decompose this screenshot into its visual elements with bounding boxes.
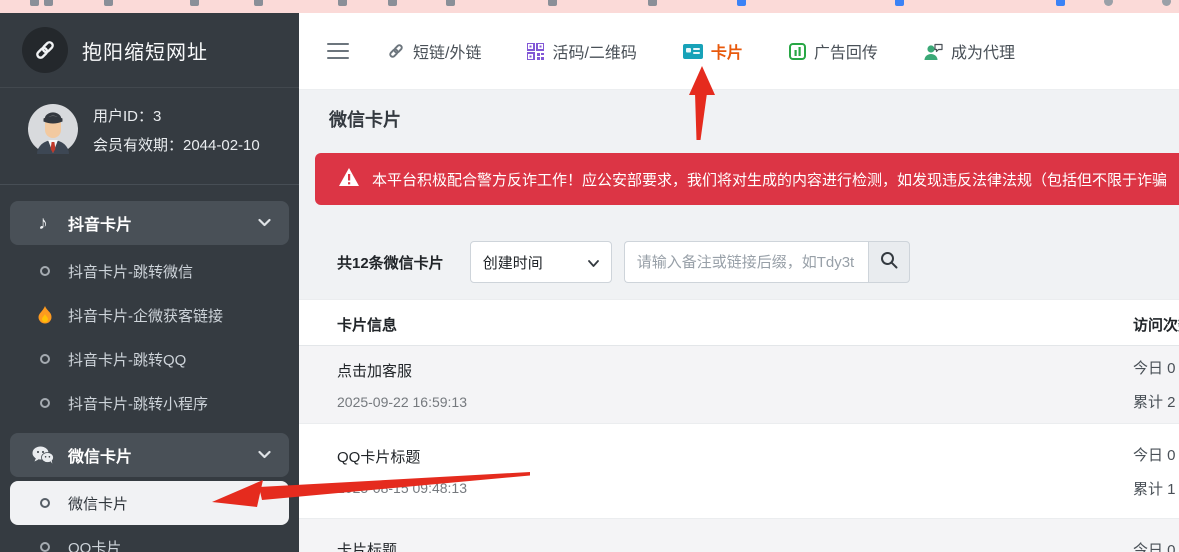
favicon-icon[interactable] <box>446 0 455 6</box>
nav-item-ad-report[interactable]: 广告回传 <box>789 39 878 63</box>
circle-bullet-icon <box>36 266 54 276</box>
card-created-date: 2025-08-15 09:48:13 <box>337 480 1179 496</box>
sidebar-item-douyin-wechat[interactable]: 抖音卡片-跳转微信 <box>10 249 289 293</box>
visits-today: 今日 0 <box>1133 539 1176 552</box>
fire-icon <box>36 306 54 324</box>
table-row[interactable]: 点击加客服 2025-09-22 16:59:13 今日 0 累计 2 <box>299 346 1179 424</box>
user-id: 用户ID：3 <box>93 102 260 131</box>
favicon-icon[interactable] <box>1104 0 1113 6</box>
card-title: 点击加客服 <box>337 360 1179 381</box>
main-area: 短链/外链 活码/二维码 <box>299 13 1179 552</box>
favicon-icon[interactable] <box>388 0 397 6</box>
membership-expiry: 会员有效期：2044-02-10 <box>93 131 260 160</box>
page-title: 微信卡片 <box>329 106 401 132</box>
wechat-icon <box>32 446 54 464</box>
favicon-icon[interactable] <box>104 0 113 6</box>
ad-report-icon <box>789 43 806 60</box>
card-created-date: 2025-09-22 16:59:13 <box>337 394 1179 410</box>
favicon-icon[interactable] <box>1056 0 1065 6</box>
favicon-icon[interactable] <box>254 0 263 6</box>
visits-total: 累计 1 <box>1133 478 1176 499</box>
favicon-icon[interactable] <box>895 0 904 6</box>
avatar <box>28 104 78 159</box>
favicon-icon[interactable] <box>338 0 347 6</box>
card-icon <box>683 44 703 59</box>
sidebar-item-douyin-miniapp[interactable]: 抖音卡片-跳转小程序 <box>10 381 289 425</box>
sidebar-item-douyin-qq[interactable]: 抖音卡片-跳转QQ <box>10 337 289 381</box>
card-table: 卡片信息 访问次数 点击加客服 2025-09-22 16:59:13 今日 0… <box>299 299 1179 552</box>
sidebar-item-wechat-card[interactable]: 微信卡片 <box>10 481 289 525</box>
card-title: 卡片标题 <box>337 539 1179 552</box>
banner-text: 本平台积极配合警方反诈工作！应公安部要求，我们将对生成的内容进行检测，如发现违反… <box>372 169 1167 190</box>
favicon-icon[interactable] <box>30 0 39 6</box>
warning-triangle-icon <box>339 168 359 190</box>
sidebar-group-douyin-card[interactable]: ♪ 抖音卡片 <box>10 201 289 245</box>
chevron-down-icon <box>258 214 271 232</box>
table-row[interactable]: QQ卡片标题 2025-08-15 09:48:13 今日 0 累计 1 <box>299 424 1179 519</box>
circle-bullet-icon <box>36 398 54 408</box>
brand-title: 抱阳缩短网址 <box>82 36 208 65</box>
sidebar-group-wechat-card[interactable]: 微信卡片 <box>10 433 289 477</box>
column-header-card-info: 卡片信息 <box>337 314 397 335</box>
hamburger-menu-icon[interactable] <box>327 38 349 64</box>
favicon-icon[interactable] <box>548 0 557 6</box>
circle-bullet-icon <box>36 542 54 552</box>
table-header: 卡片信息 访问次数 <box>299 299 1179 346</box>
favicon-icon[interactable] <box>1162 0 1171 6</box>
top-navigation: 短链/外链 活码/二维码 <box>299 13 1179 90</box>
qrcode-icon <box>527 43 544 60</box>
user-panel: 用户ID：3 会员有效期：2044-02-10 <box>0 88 299 170</box>
anti-fraud-warning-banner: 本平台积极配合警方反诈工作！应公安部要求，我们将对生成的内容进行检测，如发现违反… <box>315 153 1179 205</box>
content-area: 微信卡片 本平台积极配合警方反诈工作！应公安部要求，我们将对生成的内容进行检测，… <box>299 90 1179 552</box>
chevron-down-icon <box>258 446 271 464</box>
visits-today: 今日 0 <box>1133 357 1176 378</box>
search-button[interactable] <box>868 241 910 283</box>
sidebar-menu: ♪ 抖音卡片 抖音卡片-跳转微信 抖音卡片-企微获客链接 抖音卡片-跳转QQ <box>0 185 299 552</box>
douyin-note-icon: ♪ <box>32 214 54 233</box>
favicon-icon[interactable] <box>648 0 657 6</box>
visit-stats: 今日 0 累计 2 <box>1133 346 1176 423</box>
chain-link-logo-icon <box>22 27 68 73</box>
brand: 抱阳缩短网址 <box>0 13 299 88</box>
nav-item-short-links[interactable]: 短链/外链 <box>387 39 481 63</box>
sort-select[interactable]: 创建时间 <box>470 241 612 283</box>
link-icon <box>387 42 405 60</box>
circle-bullet-icon <box>36 354 54 364</box>
circle-bullet-icon <box>36 498 54 508</box>
agent-person-icon <box>924 43 943 60</box>
visit-stats: 今日 0 <box>1133 519 1176 552</box>
favicon-icon[interactable] <box>190 0 199 6</box>
table-row[interactable]: 卡片标题 今日 0 <box>299 519 1179 552</box>
sidebar-item-douyin-qiwei[interactable]: 抖音卡片-企微获客链接 <box>10 293 289 337</box>
filter-row: 共12条微信卡片 创建时间 <box>299 240 1179 284</box>
sidebar-item-qq-card[interactable]: QQ卡片 <box>10 525 289 552</box>
favicon-icon[interactable] <box>44 0 53 6</box>
nav-item-become-agent[interactable]: 成为代理 <box>924 39 1015 63</box>
visit-stats: 今日 0 累计 1 <box>1133 424 1176 518</box>
search-icon <box>880 251 898 274</box>
visits-total: 累计 2 <box>1133 391 1176 412</box>
chevron-down-icon <box>588 254 599 271</box>
favicon-icon[interactable] <box>737 0 746 6</box>
record-count: 共12条微信卡片 <box>337 252 444 273</box>
nav-item-live-qrcode[interactable]: 活码/二维码 <box>527 39 636 63</box>
column-header-visits: 访问次数 <box>1133 314 1179 335</box>
browser-bookmarks-bar <box>0 0 1179 13</box>
card-title: QQ卡片标题 <box>337 446 1179 467</box>
search-input[interactable] <box>624 241 868 283</box>
visits-today: 今日 0 <box>1133 444 1176 465</box>
sidebar: 抱阳缩短网址 用户ID：3 会员有效期：2044-02-10 ♪ 抖音卡片 <box>0 13 299 552</box>
nav-item-cards[interactable]: 卡片 <box>683 39 743 63</box>
